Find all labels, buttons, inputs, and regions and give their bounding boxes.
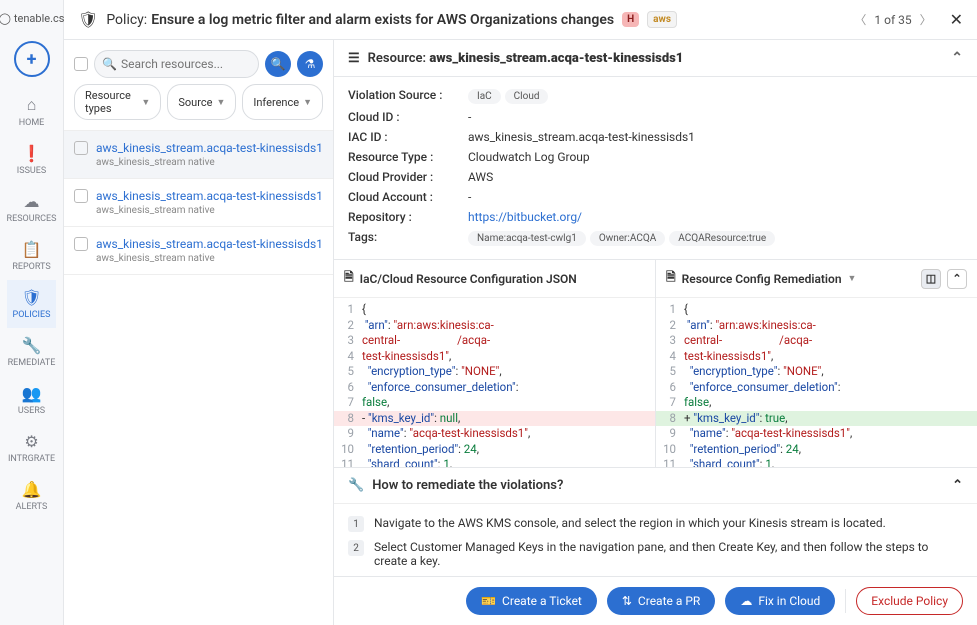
search-button[interactable]: 🔍 <box>265 51 291 77</box>
search-input[interactable] <box>94 50 259 78</box>
add-button[interactable]: + <box>14 41 50 77</box>
resource-item[interactable]: aws_kinesis_stream.acqa-test-kinessisds1… <box>64 131 333 179</box>
nav-alerts[interactable]: 🔔ALERTS <box>7 472 57 520</box>
chevron-down-icon[interactable]: ▼ <box>848 273 857 284</box>
wrench-icon: 🔧 <box>348 478 364 493</box>
diff-left-title: IaC/Cloud Resource Configuration JSON <box>360 272 577 286</box>
split-view-toggle[interactable]: ◫ <box>921 269 941 289</box>
config-json-right[interactable]: 1{2 "arn": "arn:aws:kinesis:ca-3central-… <box>656 298 977 467</box>
drawer-header: 🛡 Policy:Ensure a log metric filter and … <box>64 0 977 40</box>
severity-badge: H <box>622 12 639 27</box>
exclude-policy-button[interactable]: Exclude Policy <box>856 587 963 615</box>
filter-button[interactable]: ⚗ <box>297 51 323 77</box>
nav-remediate[interactable]: 🔧REMEDIATE <box>7 328 57 376</box>
filter-pill[interactable]: Inference ▼ <box>242 84 323 120</box>
resource-checkbox[interactable] <box>74 237 88 251</box>
nav-resources[interactable]: ☁RESOURCES <box>7 184 57 232</box>
file-icon: 🗎 <box>666 268 676 289</box>
create-ticket-button[interactable]: 🎫 Create a Ticket <box>466 587 597 615</box>
resource-checkbox[interactable] <box>74 141 88 155</box>
remediation-step: 1Navigate to the AWS KMS console, and se… <box>348 512 963 536</box>
nav-home[interactable]: ⌂HOME <box>7 87 57 136</box>
resource-list-panel: 🔍 🔍 ⚗ Resource types ▼Source ▼Inference … <box>64 40 334 625</box>
search-icon: 🔍 <box>102 57 117 71</box>
brand-logo: ◯tenable.cs <box>0 6 64 31</box>
provider-badge: aws <box>647 11 677 28</box>
policy-title: Policy:Ensure a log metric filter and al… <box>106 12 614 28</box>
select-all-checkbox[interactable] <box>74 57 88 71</box>
resource-item[interactable]: aws_kinesis_stream.acqa-test-kinessisds1… <box>64 179 333 227</box>
shield-icon: 🛡 <box>78 10 98 29</box>
pager: 〈 1 of 35 〉 <box>852 11 933 28</box>
pager-next[interactable]: 〉 <box>918 11 934 28</box>
filter-pill[interactable]: Source ▼ <box>167 84 236 120</box>
nav-reports[interactable]: 📋REPORTS <box>7 232 57 280</box>
remediation-step: 2Select Customer Managed Keys in the nav… <box>348 536 963 572</box>
collapse-icon[interactable]: ⌃ <box>951 50 963 66</box>
collapse-icon[interactable]: ⌃ <box>947 269 967 289</box>
diff-right-title: Resource Config Remediation <box>682 272 842 286</box>
resource-detail-panel: ☰ Resource: aws_kinesis_stream.acqa-test… <box>334 40 977 625</box>
file-icon: 🗎 <box>344 268 354 289</box>
repo-link[interactable]: https://bitbucket.org/ <box>468 210 582 224</box>
list-icon: ☰ <box>348 51 360 66</box>
nav-policies[interactable]: 🛡POLICIES <box>7 280 57 328</box>
fix-in-cloud-button[interactable]: ☁ Fix in Cloud <box>725 587 835 615</box>
filter-pill[interactable]: Resource types ▼ <box>74 84 161 120</box>
pager-prev[interactable]: 〈 <box>852 11 868 28</box>
create-pr-button[interactable]: ⇅ Create a PR <box>607 587 715 615</box>
action-footer: 🎫 Create a Ticket ⇅ Create a PR ☁ Fix in… <box>334 576 977 625</box>
resource-item[interactable]: aws_kinesis_stream.acqa-test-kinessisds1… <box>64 227 333 275</box>
resource-checkbox[interactable] <box>74 189 88 203</box>
close-icon[interactable]: ✕ <box>950 10 963 29</box>
nav-issues[interactable]: ❗ISSUES <box>7 136 57 184</box>
resource-heading: Resource: aws_kinesis_stream.acqa-test-k… <box>368 51 684 66</box>
policy-drawer: 🛡 Policy:Ensure a log metric filter and … <box>64 0 977 625</box>
side-nav: ◯tenable.cs + ⌂HOME❗ISSUES☁RESOURCES📋REP… <box>0 0 64 625</box>
nav-intrgrate[interactable]: ⚙INTRGRATE <box>7 424 57 472</box>
nav-users[interactable]: 👥USERS <box>7 376 57 424</box>
howto-title: How to remediate the violations? <box>372 478 563 493</box>
collapse-icon[interactable]: ⌃ <box>952 478 963 493</box>
config-json-left[interactable]: 1{2 "arn": "arn:aws:kinesis:ca-3central-… <box>334 298 655 467</box>
